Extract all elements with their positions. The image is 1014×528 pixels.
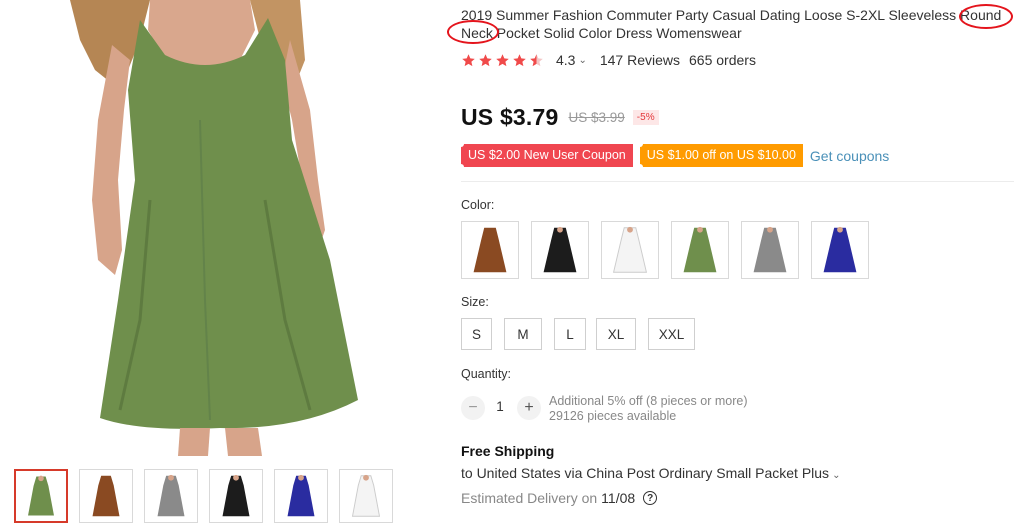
size-option-s[interactable]: S: [461, 318, 492, 350]
color-label: Color:: [461, 198, 495, 212]
size-label: Size:: [461, 295, 489, 309]
size-option-m[interactable]: M: [504, 318, 542, 350]
current-price: US $3.79: [461, 103, 559, 130]
delivery-label: Estimated Delivery on: [461, 490, 598, 506]
color-option-brown[interactable]: [461, 221, 519, 279]
annotation-circle-neck: [447, 20, 499, 44]
orders-count: 665 orders: [689, 52, 756, 68]
color-option-white[interactable]: [601, 221, 659, 279]
dress-icon: [157, 474, 185, 517]
divider: [461, 181, 1014, 182]
thumbnail-green[interactable]: [14, 469, 68, 523]
color-option-black[interactable]: [531, 221, 589, 279]
thumbnail-black[interactable]: [209, 469, 263, 523]
thumbnail-brown[interactable]: [79, 469, 133, 523]
shipping-detail-text: to United States via China Post Ordinary…: [461, 465, 830, 481]
star-rating: [461, 53, 546, 68]
reviews-link[interactable]: 147 Reviews: [600, 52, 680, 68]
quantity-value[interactable]: 1: [492, 399, 508, 414]
star-icon: [462, 53, 475, 66]
get-coupons-link[interactable]: Get coupons: [810, 148, 889, 164]
dress-icon: [222, 474, 250, 517]
thumbnail-blue[interactable]: [274, 469, 328, 523]
size-option-xl[interactable]: XL: [596, 318, 636, 350]
color-option-blue[interactable]: [811, 221, 869, 279]
product-title: 2019 Summer Fashion Commuter Party Casua…: [461, 6, 1014, 42]
thumbnail-gray[interactable]: [144, 469, 198, 523]
main-product-image[interactable]: [0, 0, 440, 456]
stock-available: 29126 pieces available: [549, 409, 677, 423]
price-row: US $3.79 US $3.99 -5%: [461, 102, 659, 132]
dress-icon: [612, 226, 648, 273]
product-title-line-1: 2019 Summer Fashion Commuter Party Casua…: [461, 7, 1002, 23]
chevron-down-icon[interactable]: ⌄: [832, 470, 840, 481]
dress-model-illustration: [70, 0, 358, 456]
quantity-info: Additional 5% off (8 pieces or more) 291…: [549, 394, 747, 424]
star-icon: [496, 53, 509, 66]
dress-icon: [28, 475, 54, 516]
rating-value[interactable]: 4.3: [556, 52, 575, 68]
chevron-down-icon[interactable]: ⌄: [578, 55, 586, 66]
coupon-row: US $2.00 New User Coupon US $1.00 off on…: [458, 141, 889, 170]
quantity-increase-button[interactable]: +: [517, 396, 541, 420]
product-gallery: [0, 0, 440, 528]
dress-icon: [351, 474, 381, 517]
dress-icon: [683, 226, 717, 273]
thumbnail-white[interactable]: [339, 469, 393, 523]
new-user-coupon[interactable]: US $2.00 New User Coupon: [458, 141, 633, 170]
color-option-green[interactable]: [671, 221, 729, 279]
help-icon[interactable]: ?: [643, 491, 658, 505]
size-option-xxl[interactable]: XXL: [648, 318, 695, 350]
color-option-gray[interactable]: [741, 221, 799, 279]
original-price: US $3.99: [568, 109, 625, 125]
dress-icon: [473, 227, 507, 273]
size-option-l[interactable]: L: [554, 318, 586, 350]
shipping-method[interactable]: to United States via China Post Ordinary…: [461, 465, 840, 481]
discount-badge: -5%: [632, 109, 659, 125]
dress-icon: [92, 475, 120, 517]
estimated-delivery: Estimated Delivery on 11/08 ?: [461, 490, 658, 506]
dress-icon: [543, 226, 577, 273]
product-info-panel: 2019 Summer Fashion Commuter Party Casua…: [447, 0, 1014, 528]
shipping-title: Free Shipping: [461, 443, 555, 459]
dress-icon: [287, 474, 315, 517]
dress-icon: [753, 226, 787, 273]
delivery-date: 11/08: [601, 490, 636, 506]
half-star-icon: [530, 53, 543, 66]
star-icon: [479, 53, 492, 66]
store-coupon[interactable]: US $1.00 off on US $10.00: [636, 141, 803, 170]
quantity-decrease-button[interactable]: −: [461, 396, 485, 420]
bulk-discount-note: Additional 5% off (8 pieces or more): [549, 394, 748, 408]
dress-icon: [823, 226, 857, 273]
annotation-circle-round: [959, 4, 1013, 29]
product-title-line-2: Neck Pocket Solid Color Dress Womenswear: [461, 25, 742, 41]
rating-row: 4.3 ⌄ 147 Reviews 665 orders: [461, 51, 756, 69]
star-icon: [513, 53, 526, 66]
quantity-label: Quantity:: [461, 367, 512, 381]
